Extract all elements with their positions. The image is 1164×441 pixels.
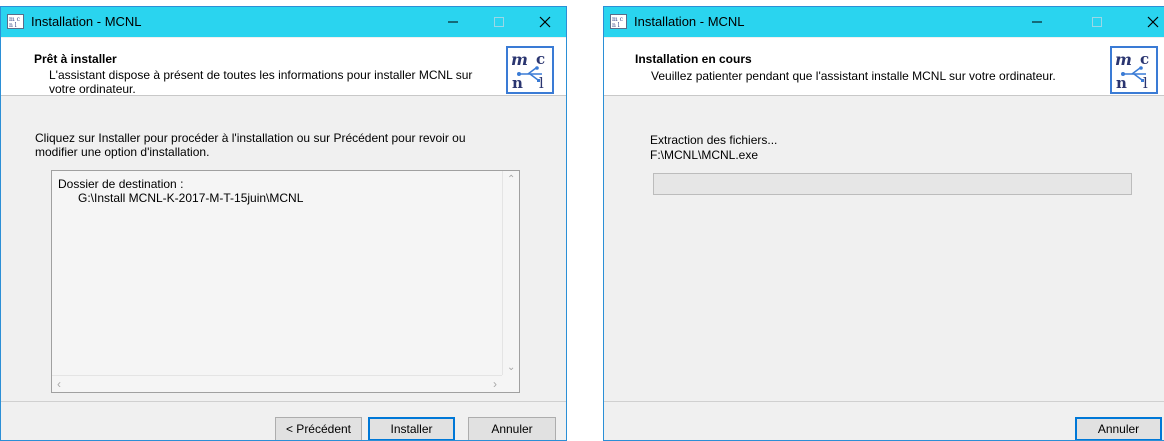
destination-label: Dossier de destination : (58, 177, 184, 191)
progress-bar (653, 173, 1132, 195)
memo-content: Dossier de destination : G:\Install MCNL-… (58, 177, 303, 205)
installing-window: m c n l Installation - MCNL Installation… (603, 6, 1164, 441)
page-title: Installation en cours (635, 52, 752, 66)
wizard-header: Installation en cours Veuillez patienter… (604, 38, 1164, 96)
window-title: Installation - MCNL (634, 14, 745, 29)
svg-text:n: n (512, 74, 523, 92)
mcnl-logo: m c n l (1110, 46, 1158, 94)
cancel-button[interactable]: Annuler (468, 417, 556, 440)
scroll-right-icon[interactable]: › (493, 377, 497, 391)
scroll-left-icon[interactable]: ‹ (57, 377, 61, 391)
top-strip (0, 0, 1164, 5)
minimize-icon (448, 21, 458, 23)
page-subtitle: L'assistant dispose à présent de toutes … (49, 68, 472, 96)
svg-text:c: c (536, 50, 545, 68)
minimize-icon (1032, 21, 1042, 23)
wizard-header: Prêt à installer L'assistant dispose à p… (1, 38, 566, 96)
svg-text:m: m (1115, 50, 1132, 69)
svg-text:l: l (1143, 74, 1148, 92)
subtitle-line: L'assistant dispose à présent de toutes … (49, 68, 473, 82)
title-bar[interactable]: m c n l Installation - MCNL (1, 7, 566, 37)
svg-text:l: l (539, 74, 544, 92)
status-label: Extraction des fichiers... (650, 133, 778, 147)
svg-text:n l: n l (612, 22, 620, 28)
maximize-button[interactable] (476, 7, 522, 37)
footer-divider (604, 401, 1164, 402)
close-button[interactable] (522, 7, 566, 37)
app-icon: m c n l (610, 14, 627, 29)
scroll-up-icon[interactable]: ⌃ (507, 174, 515, 185)
close-icon (1147, 16, 1159, 28)
page-subtitle: Veuillez patienter pendant que l'assista… (651, 69, 1056, 83)
footer-divider (1, 401, 566, 402)
svg-text:n: n (1116, 74, 1127, 92)
ready-memo[interactable]: Dossier de destination : G:\Install MCNL-… (51, 170, 520, 393)
svg-text:n l: n l (9, 22, 17, 28)
instructions-line: Cliquez sur Installer pour procéder à l'… (35, 131, 466, 145)
mcnl-logo: m c n l (506, 46, 554, 94)
install-button[interactable]: Installer (368, 417, 455, 440)
title-bar[interactable]: m c n l Installation - MCNL (604, 7, 1164, 37)
scroll-corner (502, 375, 519, 392)
ready-to-install-window: m c n l Installation - MCNL Prêt à insta… (0, 6, 567, 441)
vertical-scrollbar[interactable]: ⌃ ⌄ (502, 171, 519, 375)
app-icon: m c n l (7, 14, 24, 29)
horizontal-scrollbar[interactable]: ‹ › (52, 375, 502, 392)
svg-text:c: c (1140, 50, 1149, 68)
back-button[interactable]: < Précédent (275, 417, 362, 440)
close-icon (539, 16, 551, 28)
page-title: Prêt à installer (34, 52, 117, 66)
cancel-button[interactable]: Annuler (1075, 417, 1162, 440)
instructions-line: modifier une option d'installation. (35, 145, 210, 159)
scroll-down-icon[interactable]: ⌄ (507, 362, 515, 373)
instructions: Cliquez sur Installer pour procéder à l'… (35, 131, 466, 159)
close-button[interactable] (1130, 7, 1164, 37)
maximize-icon (1092, 17, 1102, 27)
destination-path: G:\Install MCNL-K-2017-M-T-15juin\MCNL (78, 191, 304, 205)
maximize-button[interactable] (1074, 7, 1120, 37)
subtitle-line: votre ordinateur. (49, 82, 136, 96)
maximize-icon (494, 17, 504, 27)
svg-text:m: m (511, 50, 528, 69)
minimize-button[interactable] (430, 7, 476, 37)
current-file: F:\MCNL\MCNL.exe (650, 148, 759, 162)
minimize-button[interactable] (1014, 7, 1060, 37)
window-title: Installation - MCNL (31, 14, 142, 29)
